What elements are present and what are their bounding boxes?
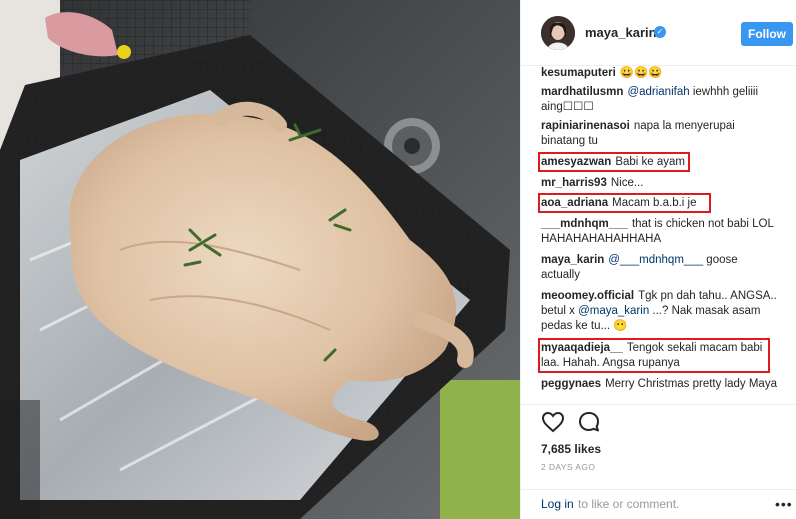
comment-username[interactable]: mardhatilusmn — [541, 86, 623, 98]
login-link[interactable]: Log in — [541, 497, 574, 511]
comment: peggynaes Merry Christmas pretty lady May… — [541, 377, 777, 392]
post-actions: 7,685 likes 2 DAYS AGO — [521, 404, 796, 489]
comment: ___mdnhqm___ that is chicken not babi LOL… — [541, 217, 777, 247]
comment: maya_karin @___mdnhqm___ goose actually — [541, 253, 777, 283]
post-username[interactable]: maya_karin — [585, 25, 657, 40]
post-sidebar: maya_karin ✓ Follow kesumaputeri 😀😀😀 mard… — [520, 0, 796, 519]
comment: mr_harris93 Nice... — [541, 176, 777, 191]
comment-username[interactable]: aoa_adriana — [541, 197, 608, 209]
comment-username[interactable]: rapiniarinenasoi — [541, 120, 630, 132]
like-count[interactable]: 7,685 likes — [541, 442, 601, 456]
comment-username[interactable]: amesyazwan — [541, 156, 611, 168]
comment-username[interactable]: mr_harris93 — [541, 177, 607, 189]
comment-mention[interactable]: @maya_karin — [578, 305, 649, 317]
login-prompt-text: to like or comment. — [578, 497, 680, 511]
roast-goose-image — [0, 0, 520, 519]
comment-text: Merry Christmas pretty lady Maya — [605, 378, 777, 390]
comment: meoomey.official Tgk pn dah tahu.. ANGSA.… — [541, 289, 777, 334]
post-footer: Log in to like or comment. ••• — [521, 489, 796, 519]
comment-bubble-icon[interactable] — [577, 410, 601, 434]
more-options-icon[interactable]: ••• — [775, 496, 793, 512]
comment-username[interactable]: kesumaputeri — [541, 67, 616, 79]
comment-list[interactable]: kesumaputeri 😀😀😀 mardhatilusmn @adrianifah… — [521, 66, 796, 404]
comment-mention[interactable]: @adrianifah — [627, 86, 689, 98]
comment: rapiniarinenasoi napa la menyerupai binat… — [541, 119, 777, 149]
follow-button[interactable]: Follow — [741, 22, 793, 46]
comment: kesumaputeri 😀😀😀 — [541, 66, 777, 81]
comment-text: Nice... — [610, 177, 644, 189]
avatar-image — [541, 16, 575, 50]
heart-icon[interactable] — [541, 411, 565, 433]
comment-text: Babi ke ayam — [615, 156, 686, 168]
comment-username[interactable]: maya_karin — [541, 254, 604, 266]
avatar[interactable] — [541, 16, 575, 50]
comment-username[interactable]: ___mdnhqm___ — [541, 218, 628, 230]
comment-text: 😀😀😀 — [619, 67, 663, 79]
comment-mention[interactable]: @___mdnhqm___ — [608, 254, 703, 266]
post-timestamp: 2 DAYS AGO — [541, 462, 596, 472]
comment-username[interactable]: myaaqadieja__ — [541, 342, 623, 354]
comment-text: Macam b.a.b.i je — [612, 197, 697, 209]
comment-username[interactable]: meoomey.official — [541, 290, 634, 302]
comment: myaaqadieja__ Tengok sekali macam babi la… — [541, 341, 777, 371]
post-header: maya_karin ✓ Follow — [521, 0, 796, 66]
comment: mardhatilusmn @adrianifah iewhhh geliiii … — [541, 85, 777, 115]
post-photo — [0, 0, 520, 519]
comment: aoa_adriana Macam b.a.b.i je — [541, 196, 777, 211]
verified-badge-icon: ✓ — [654, 26, 666, 38]
comment: amesyazwan Babi ke ayam — [541, 155, 777, 170]
comment-username[interactable]: peggynaes — [541, 378, 601, 390]
